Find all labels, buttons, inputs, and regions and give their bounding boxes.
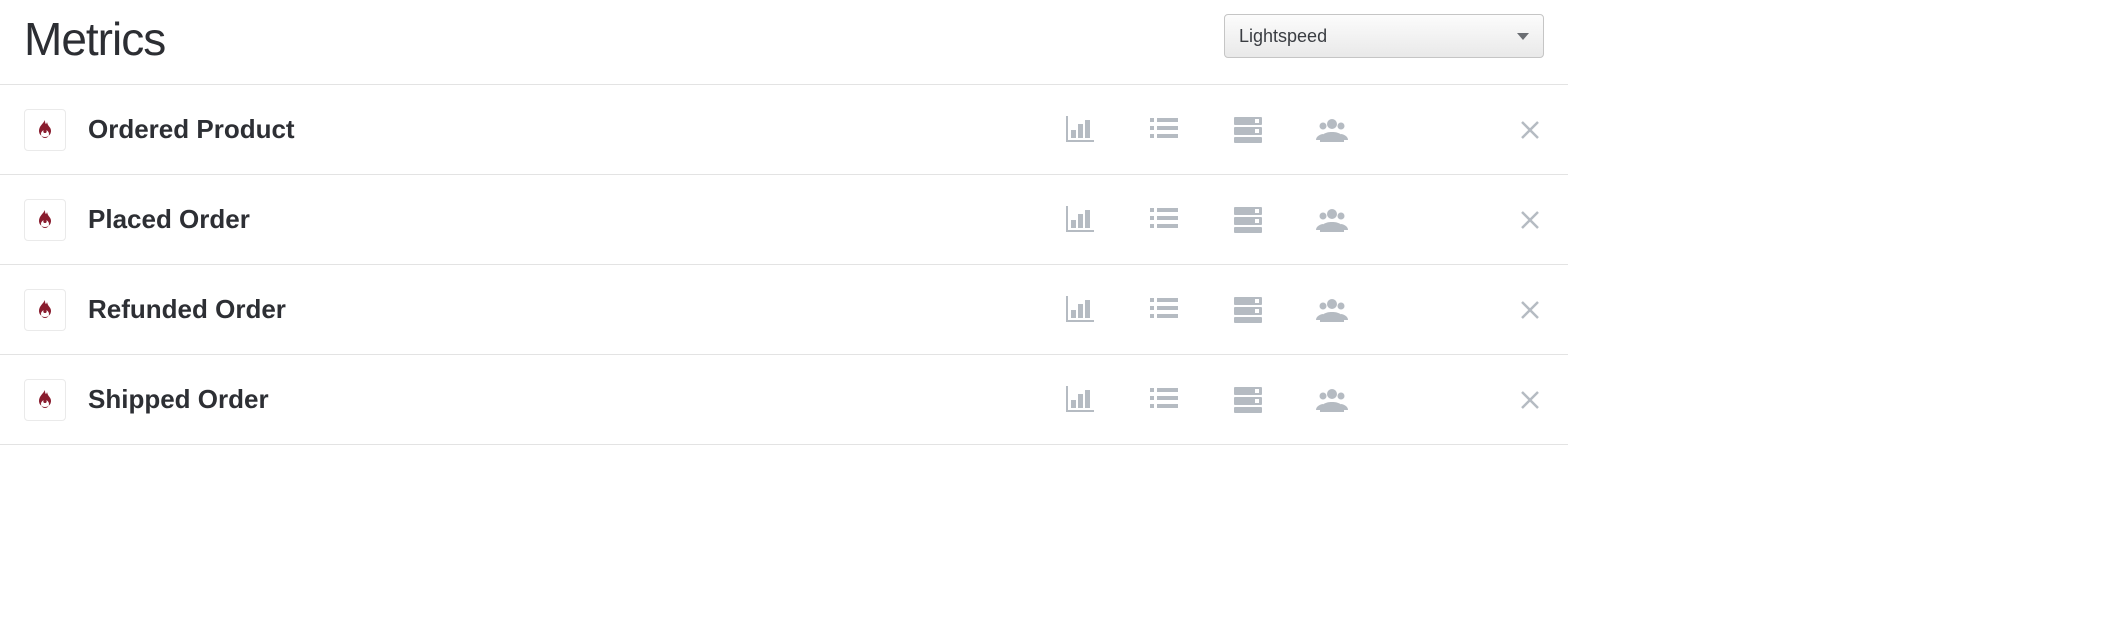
chart-icon[interactable] [1060,200,1100,240]
lightspeed-flame-icon [24,199,66,241]
people-icon[interactable] [1312,290,1352,330]
chart-icon[interactable] [1060,380,1100,420]
delete-metric-button[interactable] [1516,386,1544,414]
delete-metric-button[interactable] [1516,116,1544,144]
metric-name[interactable]: Ordered Product [88,114,1060,145]
metric-row: Shipped Order [0,355,1568,445]
delete-metric-button[interactable] [1516,296,1544,324]
chevron-down-icon [1517,33,1529,40]
source-filter-value: Lightspeed [1239,26,1327,47]
source-filter-select[interactable]: Lightspeed [1224,14,1544,58]
chart-icon[interactable] [1060,110,1100,150]
people-icon[interactable] [1312,380,1352,420]
list-icon[interactable] [1144,200,1184,240]
metric-name[interactable]: Placed Order [88,204,1060,235]
lightspeed-flame-icon [24,289,66,331]
metric-actions [1060,110,1544,150]
lightspeed-flame-icon [24,109,66,151]
metric-actions [1060,200,1544,240]
people-icon[interactable] [1312,200,1352,240]
metric-name[interactable]: Shipped Order [88,384,1060,415]
server-icon[interactable] [1228,290,1268,330]
server-icon[interactable] [1228,380,1268,420]
metrics-list: Ordered Product Placed Order [0,84,1568,445]
metric-row: Refunded Order [0,265,1568,355]
server-icon[interactable] [1228,200,1268,240]
metric-actions [1060,290,1544,330]
metric-name[interactable]: Refunded Order [88,294,1060,325]
list-icon[interactable] [1144,290,1184,330]
server-icon[interactable] [1228,110,1268,150]
metrics-page: Metrics Lightspeed Ordered Product [0,0,1568,445]
delete-metric-button[interactable] [1516,206,1544,234]
metric-row: Ordered Product [0,85,1568,175]
metric-actions [1060,380,1544,420]
page-title: Metrics [24,12,165,66]
page-header: Metrics Lightspeed [0,0,1568,84]
list-icon[interactable] [1144,110,1184,150]
list-icon[interactable] [1144,380,1184,420]
chart-icon[interactable] [1060,290,1100,330]
people-icon[interactable] [1312,110,1352,150]
metric-row: Placed Order [0,175,1568,265]
lightspeed-flame-icon [24,379,66,421]
